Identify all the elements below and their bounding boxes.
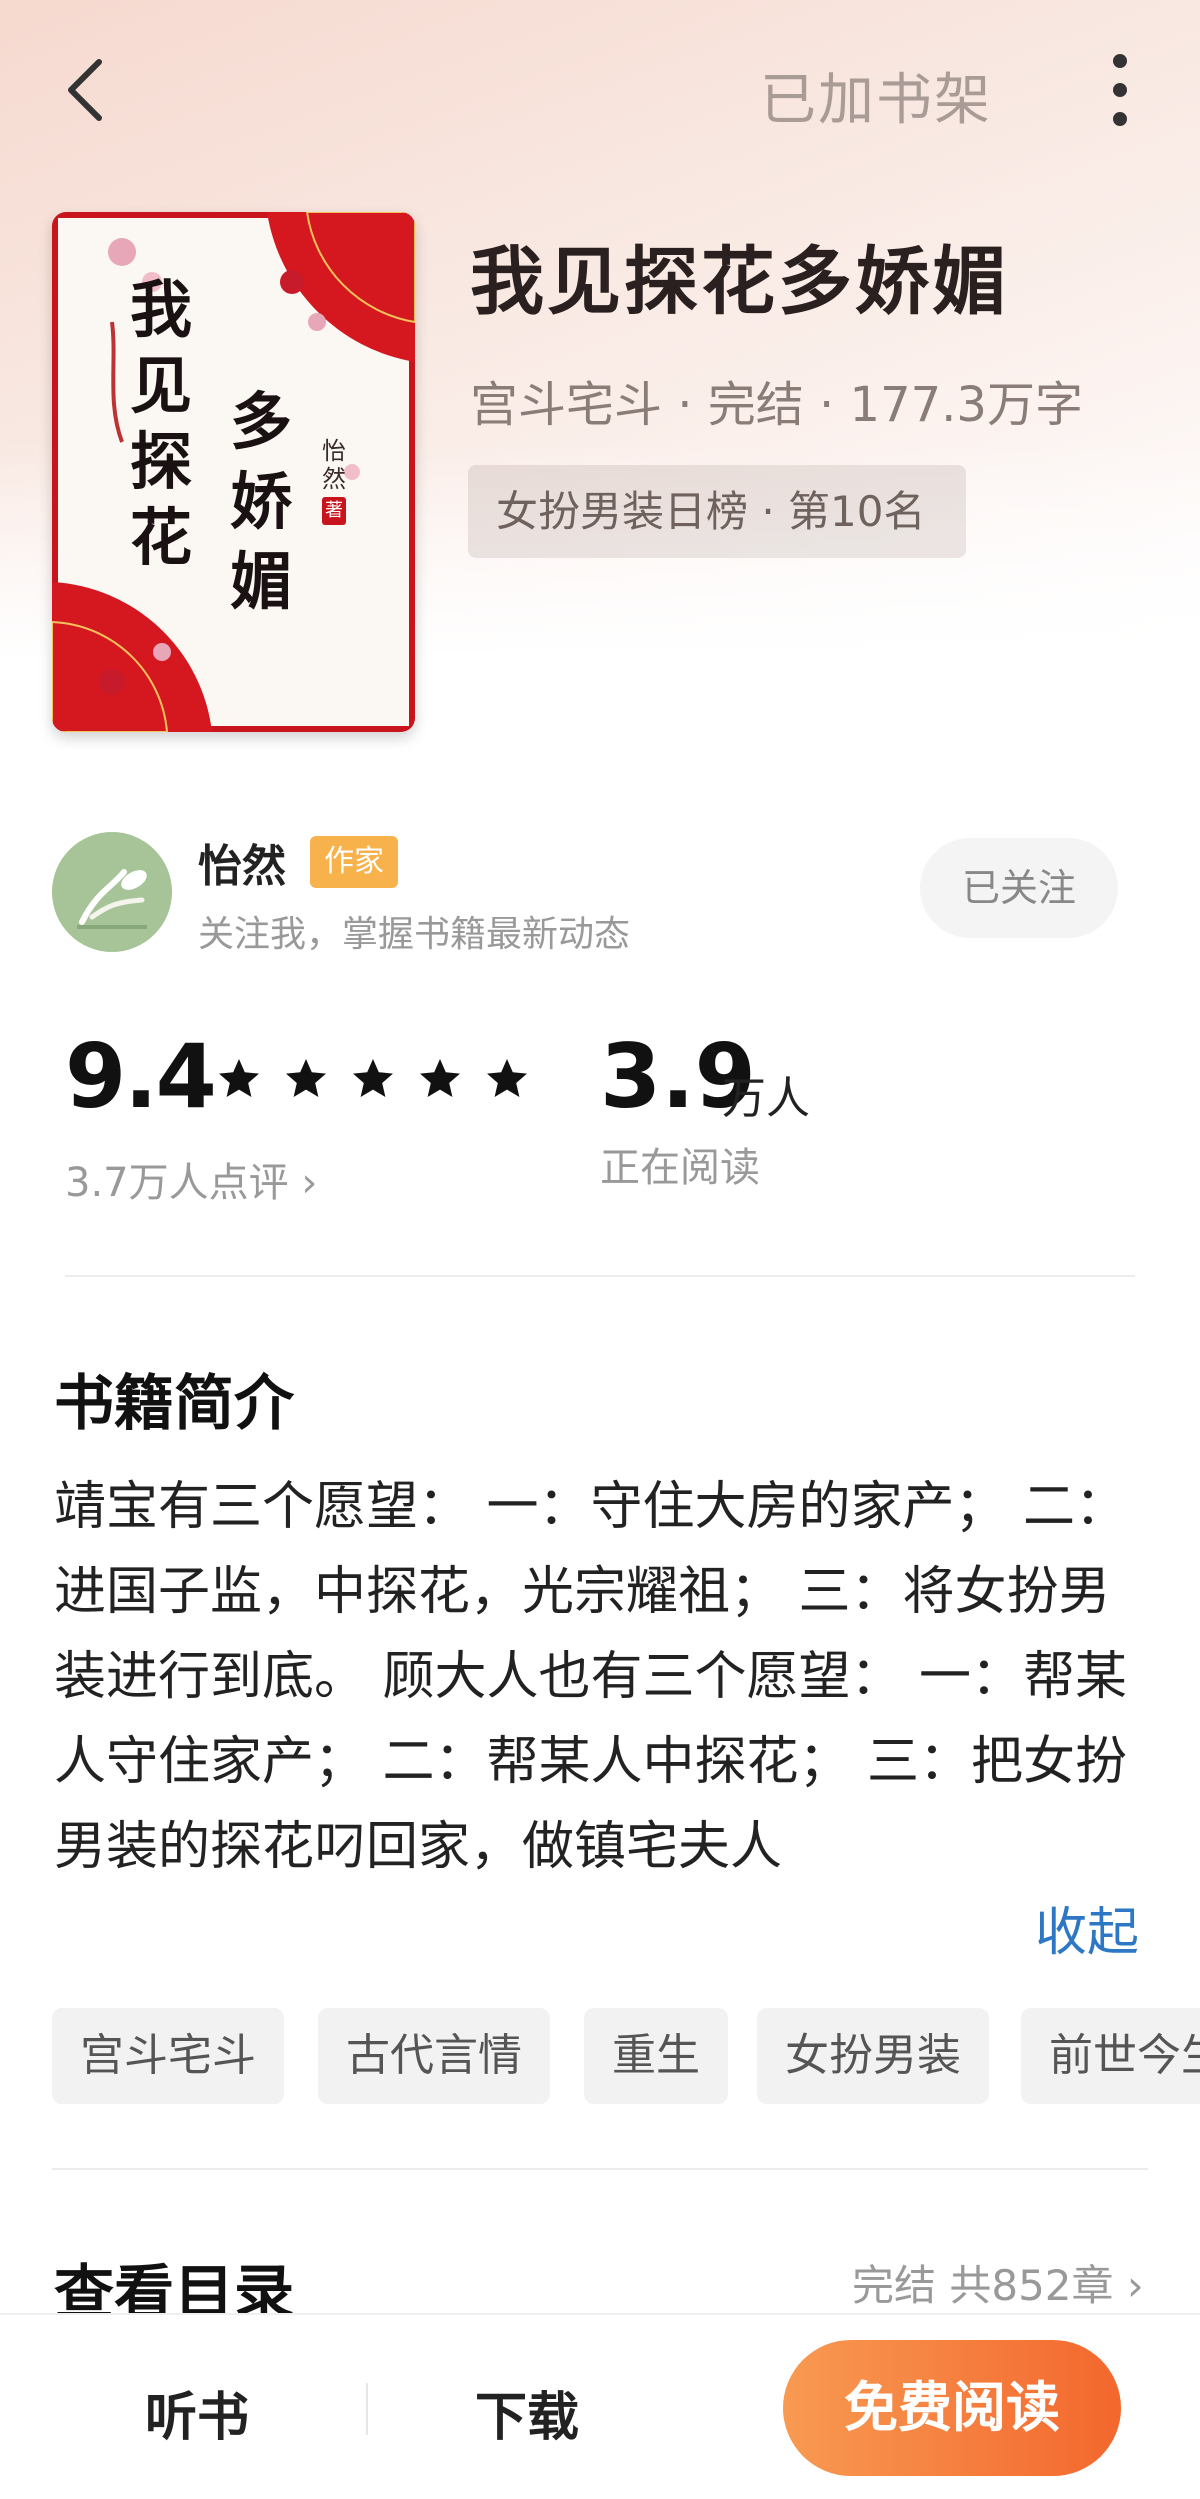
tag-chip[interactable]: 前世今生	[1021, 2008, 1200, 2104]
reader-count-label: 正在阅读	[600, 1145, 760, 1191]
star-icon	[219, 1059, 259, 1097]
reader-count-unit: 万人	[722, 1073, 810, 1124]
intro-text: 靖宝有三个愿望： 一：守住大房的家产； 二：进国子监，中探花，光宗耀祖； 三：将…	[54, 1477, 1128, 1877]
book-cover[interactable]: 我 见 探 花 多 娇 媚 怡然著	[52, 212, 415, 732]
more-options-button[interactable]	[1100, 48, 1140, 132]
star-icon	[353, 1059, 393, 1097]
book-meta: 宫斗宅斗 · 完结 · 177.3万字	[470, 377, 1083, 433]
tag-chip[interactable]: 重生	[584, 2008, 728, 2104]
cover-title-right: 多 娇 媚	[230, 385, 293, 618]
cover-author-mark: 怡然著	[322, 437, 348, 525]
author-name[interactable]: 怡然	[198, 830, 286, 894]
rating-score: 9.4	[65, 1025, 217, 1128]
free-read-button[interactable]: 免费阅读	[783, 2340, 1121, 2476]
star-icon	[286, 1059, 326, 1097]
collapse-link[interactable]: 收起	[1035, 1890, 1139, 1965]
toc-chapter-count[interactable]: 完结 共852章 ›	[852, 2252, 1144, 2313]
star-icon	[487, 1059, 527, 1097]
download-button[interactable]: 下载	[475, 2375, 579, 2450]
more-dot-icon	[1113, 112, 1127, 126]
tag-chip[interactable]: 宫斗宅斗	[52, 2008, 284, 2104]
book-title: 我见探花多娇媚	[470, 239, 1009, 325]
tag-chip[interactable]: 女扮男装	[757, 2008, 989, 2104]
star-icon	[420, 1059, 460, 1097]
intro-heading: 书籍简介	[54, 1369, 294, 1439]
bar-separator	[366, 2383, 368, 2435]
section-divider	[52, 2168, 1148, 2170]
author-avatar-image	[52, 832, 172, 952]
tag-chip[interactable]: 古代言情	[318, 2008, 550, 2104]
chevron-left-icon	[68, 59, 102, 121]
back-button[interactable]	[55, 50, 115, 130]
more-dot-icon	[1113, 54, 1127, 68]
rating-stars	[215, 1055, 535, 1115]
top-bar: 已加书架	[0, 0, 1200, 180]
section-divider	[65, 1275, 1135, 1277]
bottom-action-bar: 听书 下载 免费阅读	[0, 2313, 1200, 2499]
added-to-shelf-label[interactable]: 已加书架	[760, 55, 992, 136]
cover-title-left: 我 见 探 花	[130, 273, 193, 574]
more-dot-icon	[1113, 83, 1127, 97]
avatar[interactable]	[52, 832, 172, 952]
author-badge: 作家	[310, 836, 398, 888]
review-count-link[interactable]: 3.7万人点评 ›	[65, 1150, 317, 1208]
follow-button[interactable]: 已关注	[920, 838, 1118, 938]
listen-button[interactable]: 听书	[145, 2375, 249, 2450]
cover-seal: 著	[322, 497, 346, 525]
rank-badge[interactable]: 女扮男装日榜 · 第10名	[468, 465, 966, 558]
tag-list: 宫斗宅斗 古代言情 重生 女扮男装 前世今生	[52, 2008, 1200, 2104]
author-description: 关注我，掌握书籍最新动态	[198, 914, 631, 955]
